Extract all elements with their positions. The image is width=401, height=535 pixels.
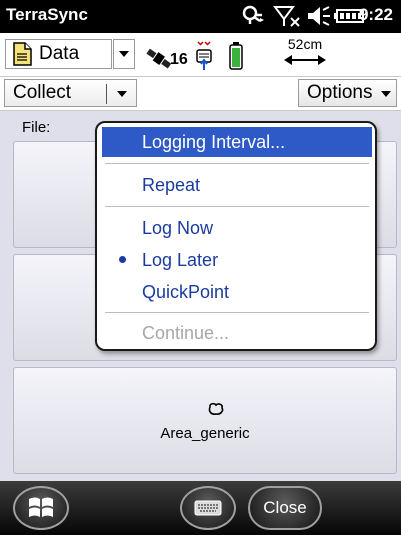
double-arrow-icon <box>284 55 326 65</box>
gnss-status[interactable] <box>142 36 262 76</box>
area-icon <box>208 402 224 415</box>
status-bar: TerraSync 9:22 <box>0 0 401 33</box>
menu-item-label: Log Now <box>142 217 214 238</box>
feature-button-area[interactable]: Area_generic <box>13 367 397 474</box>
menu-item-label: Logging Interval... <box>142 131 286 152</box>
section-selector[interactable]: Data <box>5 39 112 69</box>
keyboard-button[interactable] <box>180 486 236 530</box>
menu-separator <box>105 206 369 207</box>
chevron-down-icon <box>117 91 127 97</box>
menu-item-label: Log Later <box>142 249 219 270</box>
options-button[interactable]: Options <box>298 79 397 107</box>
menu-item-log-now[interactable]: Log Now <box>102 213 372 243</box>
section-label: Data <box>39 43 80 64</box>
options-label: Options <box>307 82 373 103</box>
volume-icon[interactable] <box>305 4 331 28</box>
keyboard-icon <box>194 500 222 516</box>
document-icon <box>11 42 33 66</box>
menu-item-label: Continue... <box>142 322 230 343</box>
mode-label: Collect <box>13 82 72 103</box>
menu-separator <box>105 163 369 164</box>
section-dropdown-button[interactable] <box>113 39 135 69</box>
start-button[interactable] <box>13 486 69 530</box>
bottom-bar: Close <box>0 481 401 535</box>
divider <box>106 84 107 104</box>
clock[interactable]: 9:22 <box>359 5 393 25</box>
accuracy-indicator[interactable]: 52cm <box>280 36 330 72</box>
satellite-count: 16 <box>170 51 188 68</box>
status-icons <box>241 4 368 28</box>
options-menu: Logging Interval... Repeat Log Now Log L… <box>95 121 377 351</box>
chevron-down-icon <box>381 91 391 97</box>
file-label: File: <box>22 119 51 136</box>
app-title[interactable]: TerraSync <box>6 5 88 25</box>
menu-separator <box>105 312 369 313</box>
mode-selector[interactable]: Collect <box>4 79 137 107</box>
menu-item-continue: Continue... <box>102 318 372 348</box>
menu-item-quickpoint[interactable]: QuickPoint <box>102 277 372 307</box>
menu-item-logging-interval[interactable]: Logging Interval... <box>102 127 372 157</box>
satellite-icon <box>146 41 243 70</box>
selected-bullet-icon <box>119 256 126 263</box>
mode-toolbar: Collect Options <box>0 77 401 111</box>
windows-logo-icon <box>29 497 53 517</box>
close-button[interactable]: Close <box>248 486 322 530</box>
no-signal-icon[interactable] <box>273 4 303 28</box>
receiver-battery-icon <box>229 42 243 70</box>
sync-icon[interactable] <box>241 4 267 28</box>
menu-item-log-later[interactable]: Log Later <box>102 245 372 275</box>
menu-item-repeat[interactable]: Repeat <box>102 170 372 200</box>
menu-item-label: QuickPoint <box>142 281 230 302</box>
chevron-down-icon <box>119 51 129 57</box>
receiver-icon <box>196 41 212 70</box>
feature-name: Area_generic <box>160 425 250 442</box>
status-toolbar: Data 16 52cm <box>0 33 401 77</box>
accuracy-value: 52cm <box>287 36 323 52</box>
menu-item-label: Repeat <box>142 174 201 195</box>
